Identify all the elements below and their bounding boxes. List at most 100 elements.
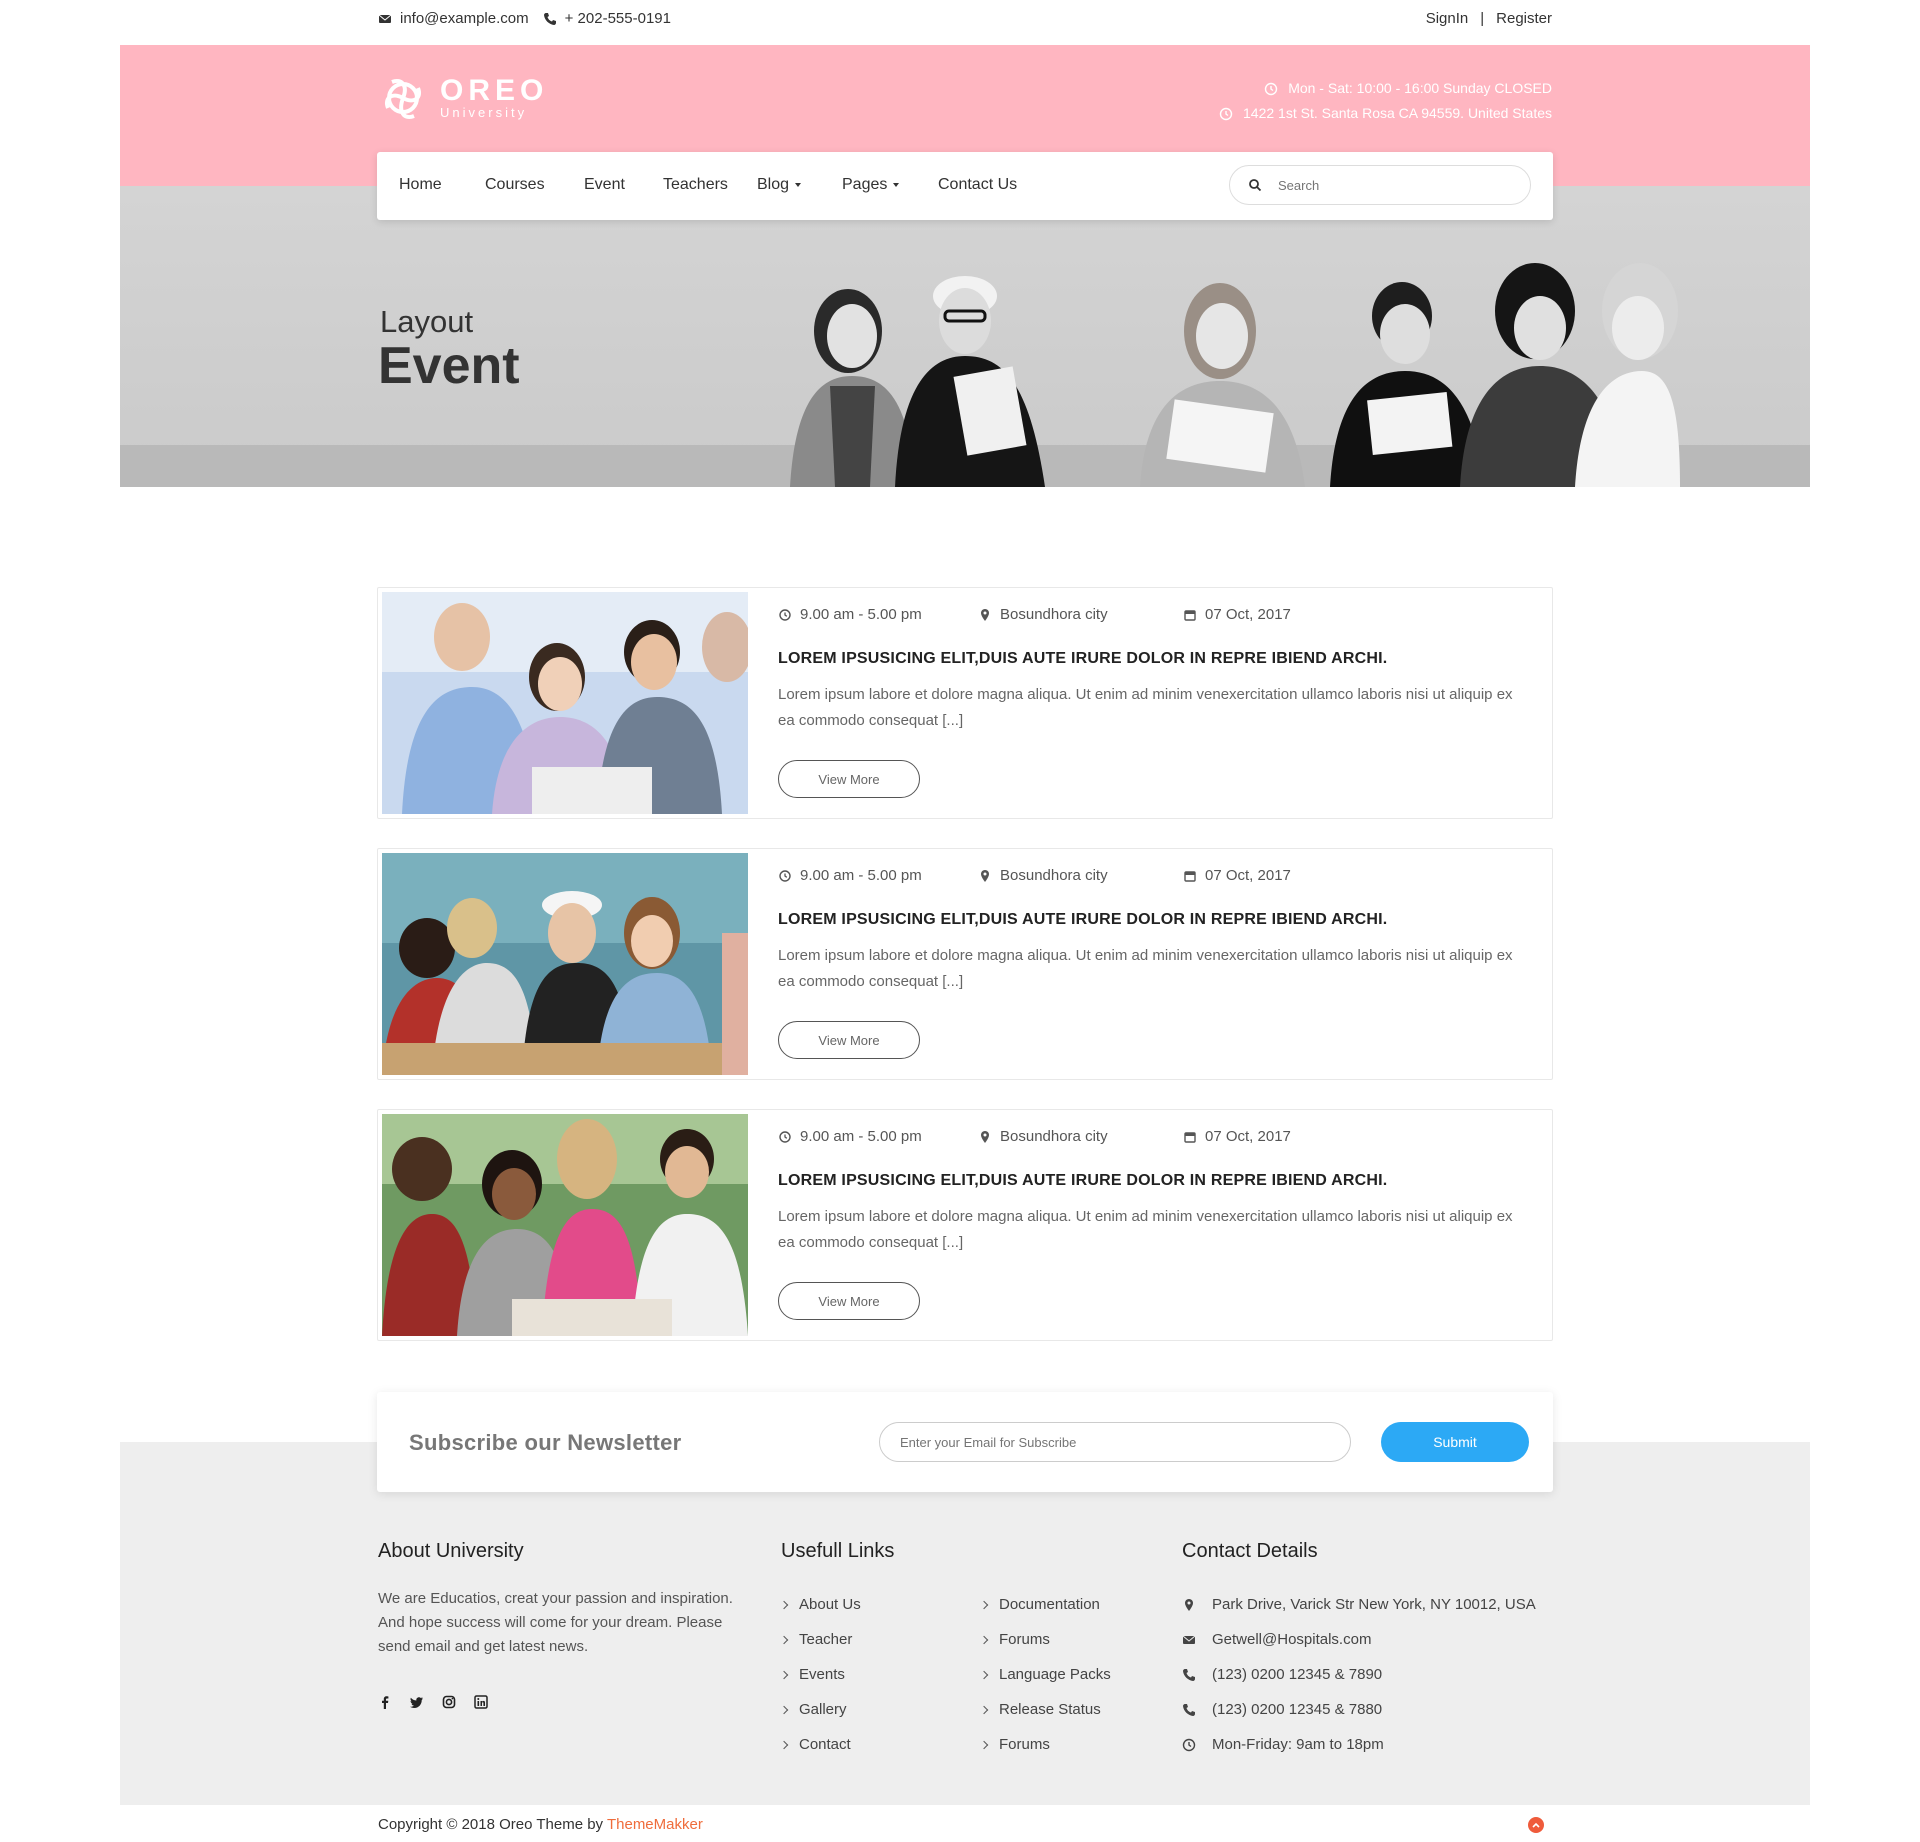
newsletter-box: Subscribe our Newsletter Submit (377, 1392, 1553, 1492)
chevron-right-icon (979, 1670, 989, 1679)
contact-item[interactable]: Getwell@Hospitals.com (1182, 1622, 1536, 1657)
map-pin-icon (1182, 1598, 1196, 1612)
contact-list: Park Drive, Varick Str New York, NY 1001… (1182, 1587, 1536, 1762)
event-title[interactable]: LOREM IPSUSICING ELIT,DUIS AUTE IRURE DO… (778, 1172, 1387, 1190)
phone-icon (543, 12, 557, 26)
footer-link-columns: About Us Teacher Events Gallery Contact … (779, 1587, 1181, 1762)
nav-blog[interactable]: Blog (757, 176, 802, 194)
opening-hours: Mon - Sat: 10:00 - 16:00 Sunday CLOSED (1219, 76, 1552, 101)
view-more-button[interactable]: View More (778, 760, 920, 798)
event-location-text: Bosundhora city (1000, 606, 1108, 623)
top-phone[interactable]: + 202-555-0191 (543, 10, 671, 27)
footer-link[interactable]: Release Status (979, 1692, 1181, 1727)
nav-pages-label: Pages (842, 176, 888, 193)
phone-icon (1182, 1668, 1196, 1682)
view-more-button[interactable]: View More (778, 1021, 920, 1059)
footer-link[interactable]: Language Packs (979, 1657, 1181, 1692)
nav-pages[interactable]: Pages (842, 176, 900, 194)
search-icon[interactable] (1248, 178, 1262, 192)
footer-link[interactable]: Gallery (779, 1692, 981, 1727)
calendar-icon (1183, 1130, 1197, 1144)
hero-students-image (790, 263, 1680, 487)
nav-home[interactable]: Home (399, 176, 442, 194)
contact-item: Mon-Friday: 9am to 18pm (1182, 1727, 1536, 1762)
footer-link-label: Teacher (799, 1631, 853, 1648)
footer-about: About University We are Educatios, creat… (378, 1540, 758, 1709)
footer-link[interactable]: Contact (779, 1727, 981, 1762)
event-image (382, 1114, 748, 1336)
event-title[interactable]: LOREM IPSUSICING ELIT,DUIS AUTE IRURE DO… (778, 650, 1387, 668)
chevron-right-icon (979, 1740, 989, 1749)
event-location: Bosundhora city (978, 1128, 1183, 1145)
instagram-icon[interactable] (442, 1695, 456, 1709)
signin-link[interactable]: SignIn (1426, 10, 1469, 27)
footer-links-col1: About Us Teacher Events Gallery Contact (779, 1587, 981, 1762)
footer-about-text: We are Educatios, creat your passion and… (378, 1590, 733, 1655)
chevron-right-icon (779, 1705, 789, 1714)
chevron-down-icon (795, 183, 802, 187)
contact-item[interactable]: (123) 0200 12345 & 7880 (1182, 1692, 1536, 1727)
page-hero: Layout Event (120, 186, 1810, 487)
nav-courses[interactable]: Courses (485, 176, 545, 194)
newsletter-email-input[interactable] (879, 1422, 1351, 1462)
nav-teachers[interactable]: Teachers (663, 176, 728, 194)
contact-text: (123) 0200 12345 & 7880 (1212, 1701, 1383, 1718)
event-image (382, 853, 748, 1075)
event-location: Bosundhora city (978, 867, 1183, 884)
copyright-brand-link[interactable]: ThemeMakker (607, 1816, 703, 1833)
event-description: Lorem ipsum labore et dolore magna aliqu… (778, 947, 1513, 990)
clock-icon (1182, 1738, 1196, 1752)
view-more-button[interactable]: View More (778, 1282, 920, 1320)
copyright-text: Copyright © 2018 Oreo Theme by (378, 1816, 604, 1833)
event-description: Lorem ipsum labore et dolore magna aliqu… (778, 1208, 1513, 1251)
footer-link[interactable]: Documentation (979, 1587, 1181, 1622)
scroll-to-top-button[interactable] (1528, 1817, 1544, 1833)
footer-link-label: Events (799, 1666, 845, 1683)
footer-link[interactable]: Forums (979, 1727, 1181, 1762)
footer-link[interactable]: Teacher (779, 1622, 981, 1657)
event-location: Bosundhora city (978, 606, 1183, 623)
nav-courses-label: Courses (485, 176, 545, 193)
social-links (378, 1695, 758, 1709)
event-date-text: 07 Oct, 2017 (1205, 867, 1291, 884)
event-location-text: Bosundhora city (1000, 867, 1108, 884)
auth-links: SignIn | Register (1426, 10, 1552, 27)
event-card: 9.00 am - 5.00 pm Bosundhora city 07 Oct… (377, 1109, 1553, 1341)
facebook-icon[interactable] (378, 1695, 392, 1709)
nav-teachers-label: Teachers (663, 176, 728, 193)
contact-item[interactable]: (123) 0200 12345 & 7890 (1182, 1657, 1536, 1692)
top-phone-text: + 202-555-0191 (564, 10, 671, 27)
footer-link-label: Contact (799, 1736, 851, 1753)
event-meta: 9.00 am - 5.00 pm Bosundhora city 07 Oct… (778, 606, 1291, 623)
clock-icon (778, 608, 792, 622)
footer-link[interactable]: Events (779, 1657, 981, 1692)
search-input[interactable] (1278, 177, 1478, 193)
linkedin-icon[interactable] (474, 1695, 488, 1709)
event-image (382, 592, 748, 814)
clock-icon (778, 869, 792, 883)
nav-blog-label: Blog (757, 176, 790, 193)
map-pin-icon (978, 1130, 992, 1144)
contact-item: Park Drive, Varick Str New York, NY 1001… (1182, 1587, 1536, 1622)
footer-contact-heading: Contact Details (1182, 1540, 1318, 1562)
top-email[interactable]: info@example.com (378, 10, 529, 27)
footer-link-label: Gallery (799, 1701, 847, 1718)
newsletter-submit-button[interactable]: Submit (1381, 1422, 1529, 1462)
footer-link-label: Release Status (999, 1701, 1101, 1718)
register-link[interactable]: Register (1496, 10, 1552, 27)
event-time: 9.00 am - 5.00 pm (778, 1128, 978, 1145)
twitter-icon[interactable] (410, 1695, 424, 1709)
site-logo[interactable]: OREO University (378, 72, 548, 124)
event-date: 07 Oct, 2017 (1183, 606, 1291, 623)
event-time: 9.00 am - 5.00 pm (778, 867, 978, 884)
nav-contact[interactable]: Contact Us (938, 176, 1017, 194)
event-card: 9.00 am - 5.00 pm Bosundhora city 07 Oct… (377, 848, 1553, 1080)
event-title[interactable]: LOREM IPSUSICING ELIT,DUIS AUTE IRURE DO… (778, 911, 1387, 929)
nav-contact-label: Contact Us (938, 176, 1018, 193)
envelope-icon (378, 12, 392, 26)
chevron-right-icon (779, 1740, 789, 1749)
footer-link[interactable]: Forums (979, 1622, 1181, 1657)
event-card: 9.00 am - 5.00 pm Bosundhora city 07 Oct… (377, 587, 1553, 819)
nav-event[interactable]: Event (584, 176, 625, 194)
footer-link[interactable]: About Us (779, 1587, 981, 1622)
